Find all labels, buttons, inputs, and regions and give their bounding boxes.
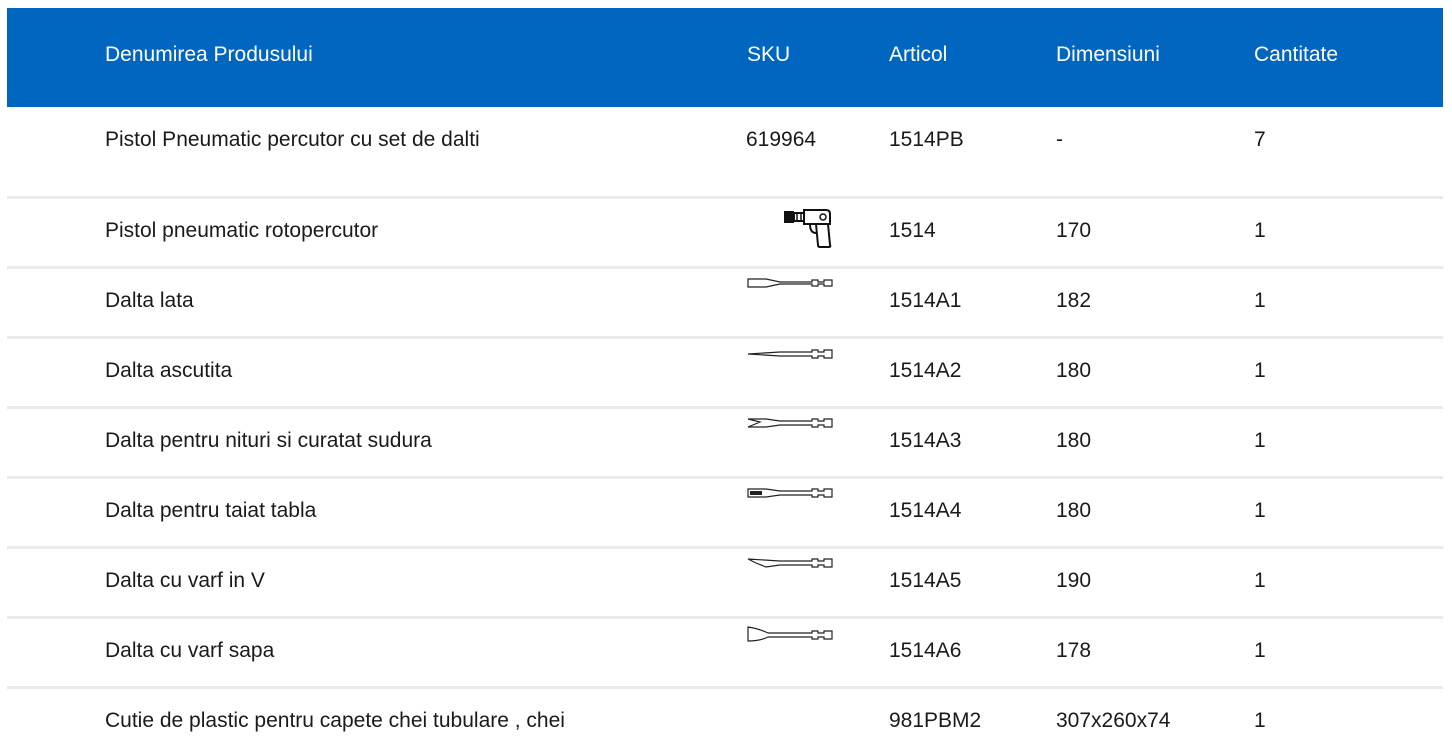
table-row: Pistol Pneumatic percutor cu set de dalt… [7, 107, 1443, 199]
table-row: Dalta cu varf in V 1514A5 190 1 [7, 549, 1443, 619]
v-tip-chisel-icon [746, 557, 834, 569]
row-dimensions: 170 [1056, 219, 1092, 242]
header-name: Denumirea Produsului [105, 43, 313, 66]
table-row: Dalta cu varf sapa 1514A6 178 1 [7, 619, 1443, 689]
row-article: 1514A6 [889, 639, 962, 662]
table-row: Dalta pentru nituri si curatat sudura 15… [7, 409, 1443, 479]
header-article: Articol [889, 43, 948, 66]
row-name: Dalta cu varf sapa [105, 639, 275, 662]
air-hammer-gun-icon [782, 205, 834, 249]
row-article: 1514A1 [889, 289, 962, 312]
row-quantity: 1 [1254, 639, 1266, 662]
row-sku: 619964 [746, 128, 817, 151]
row-quantity: 1 [1254, 289, 1266, 312]
row-dimensions: 182 [1056, 289, 1092, 312]
table-row: Pistol pneumatic rotopercutor 1514 170 1 [7, 199, 1443, 269]
row-name: Dalta pentru taiat tabla [105, 499, 317, 522]
row-name: Dalta cu varf in V [105, 569, 265, 592]
row-article: 1514A3 [889, 429, 962, 452]
row-quantity: 1 [1254, 709, 1266, 732]
rivet-cutter-chisel-icon [746, 417, 834, 429]
table-header: Denumirea Produsului SKU Articol Dimensi… [7, 8, 1443, 107]
row-name: Pistol Pneumatic percutor cu set de dalt… [105, 128, 480, 151]
row-quantity: 1 [1254, 499, 1266, 522]
row-name: Pistol pneumatic rotopercutor [105, 219, 379, 242]
product-table: Denumirea Produsului SKU Articol Dimensi… [7, 8, 1443, 749]
row-quantity: 1 [1254, 359, 1266, 382]
row-dimensions: - [1056, 128, 1063, 151]
row-dimensions: 180 [1056, 499, 1092, 522]
row-dimensions: 180 [1056, 429, 1092, 452]
table-row: Cutie de plastic pentru capete chei tubu… [7, 689, 1443, 749]
pointed-chisel-icon [746, 348, 834, 360]
row-article: 1514A5 [889, 569, 962, 592]
row-article: 1514PB [889, 128, 964, 151]
row-dimensions: 178 [1056, 639, 1092, 662]
table-row: Dalta lata 1514A1 182 1 [7, 269, 1443, 339]
row-name: Cutie de plastic pentru capete chei tubu… [105, 709, 565, 732]
row-quantity: 7 [1254, 128, 1266, 151]
header-quantity: Cantitate [1254, 43, 1339, 66]
header-dimensions: Dimensiuni [1056, 43, 1160, 66]
spade-tip-chisel-icon [746, 625, 834, 643]
table-row: Dalta ascutita 1514A2 180 1 [7, 339, 1443, 409]
row-quantity: 1 [1254, 569, 1266, 592]
row-article: 1514A2 [889, 359, 962, 382]
row-quantity: 1 [1254, 219, 1266, 242]
panel-cutter-chisel-icon [746, 487, 834, 499]
row-name: Dalta ascutita [105, 359, 233, 382]
row-dimensions: 307x260x74 [1056, 709, 1171, 732]
flat-chisel-icon [746, 277, 834, 289]
table-row: Dalta pentru taiat tabla 1514A4 180 1 [7, 479, 1443, 549]
row-article: 981PBM2 [889, 709, 982, 732]
row-quantity: 1 [1254, 429, 1266, 452]
header-sku: SKU [747, 43, 791, 66]
row-name: Dalta pentru nituri si curatat sudura [105, 429, 432, 452]
row-name: Dalta lata [105, 289, 194, 312]
row-dimensions: 190 [1056, 569, 1092, 592]
row-dimensions: 180 [1056, 359, 1092, 382]
row-article: 1514 [889, 219, 936, 242]
row-article: 1514A4 [889, 499, 962, 522]
